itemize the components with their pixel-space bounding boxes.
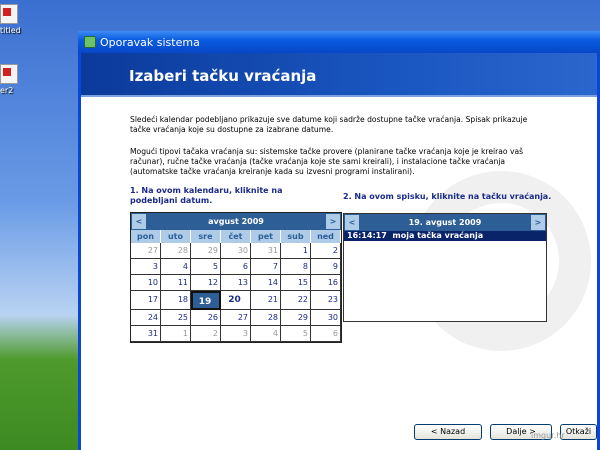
calendar-day[interactable]: 23: [311, 291, 341, 310]
calendar-day[interactable]: 7: [251, 259, 281, 275]
day-name: ned: [311, 230, 341, 243]
desktop-icon-label: titled: [0, 26, 21, 35]
step1-label: 1. Na ovom kalendaru, kliknite na podebl…: [130, 186, 283, 205]
back-button[interactable]: < Nazad: [414, 424, 482, 440]
calendar-day[interactable]: 6: [221, 259, 251, 275]
intro-text: Sledeći kalendar podebljano prikazuje sv…: [130, 115, 528, 134]
day-name: pon: [131, 230, 161, 243]
system-restore-icon: [84, 36, 96, 48]
calendar-day[interactable]: 24: [131, 310, 161, 326]
desktop-icon[interactable]: er2: [0, 64, 30, 95]
cancel-button[interactable]: Otkaži: [560, 424, 597, 440]
calendar-day[interactable]: 4: [161, 259, 191, 275]
desktop-icon-label: er2: [0, 86, 14, 95]
calendar-day[interactable]: 12: [191, 275, 221, 291]
watermark: imgur.hr: [531, 431, 565, 440]
calendar-day[interactable]: 30: [221, 243, 251, 259]
day-name: sub: [281, 230, 311, 243]
calendar-month: avgust 2009: [208, 217, 264, 226]
types-text: Mogući tipovi tačaka vraćanja su: sistem…: [130, 147, 524, 176]
calendar-day[interactable]: 26: [191, 310, 221, 326]
restore-point-list: <19. avgust 2009 > 16:14:17 moja tačka vr…: [343, 213, 547, 322]
calendar-day[interactable]: 1: [161, 326, 191, 342]
calendar-day[interactable]: 27: [131, 243, 161, 259]
calendar-day[interactable]: 5: [191, 259, 221, 275]
calendar-day[interactable]: 3: [131, 259, 161, 275]
calendar-day[interactable]: 29: [191, 243, 221, 259]
calendar-day[interactable]: 30: [311, 310, 341, 326]
calendar-day[interactable]: 9: [311, 259, 341, 275]
prev-month-button[interactable]: <: [132, 214, 146, 229]
step2-label: 2. Na ovom spisku, kliknite na tačku vra…: [343, 192, 552, 201]
day-name: čet: [221, 230, 251, 243]
calendar-day[interactable]: 18: [161, 291, 191, 310]
calendar-day[interactable]: 13: [221, 275, 251, 291]
calendar-day[interactable]: 21: [251, 291, 281, 310]
document-icon: [0, 4, 18, 24]
calendar-day[interactable]: 1: [281, 243, 311, 259]
calendar-day[interactable]: 2: [191, 326, 221, 342]
calendar-day[interactable]: 15: [281, 275, 311, 291]
prev-day-button[interactable]: <: [345, 215, 359, 230]
calendar-day[interactable]: 22: [281, 291, 311, 310]
desktop-icon[interactable]: titled: [0, 4, 30, 35]
calendar-day[interactable]: 4: [251, 326, 281, 342]
calendar-day[interactable]: 5: [281, 326, 311, 342]
calendar-day[interactable]: 29: [281, 310, 311, 326]
calendar-day[interactable]: 17: [131, 291, 161, 310]
calendar: < avgust 2009 > pon uto sre čet pet sub ned 27 28…: [130, 212, 342, 343]
day-name: uto: [161, 230, 191, 243]
calendar-day[interactable]: 2: [311, 243, 341, 259]
calendar-day[interactable]: 20: [221, 291, 251, 310]
calendar-day[interactable]: 16: [311, 275, 341, 291]
calendar-day[interactable]: 11: [161, 275, 191, 291]
restore-point-name: moja tačka vraćanja: [392, 231, 484, 240]
calendar-day[interactable]: 3: [221, 326, 251, 342]
system-restore-window: Oporavak sistema Izaberi tačku vraćanja …: [78, 31, 600, 450]
title-bar[interactable]: Oporavak sistema: [78, 31, 600, 53]
list-date: 19. avgust 2009: [408, 218, 482, 227]
day-name: pet: [251, 230, 281, 243]
list-item[interactable]: 16:14:17 moja tačka vraćanja: [344, 231, 546, 241]
document-icon: [0, 64, 18, 84]
calendar-day[interactable]: 25: [161, 310, 191, 326]
calendar-day[interactable]: 10: [131, 275, 161, 291]
calendar-day[interactable]: 8: [281, 259, 311, 275]
calendar-day[interactable]: 27: [221, 310, 251, 326]
next-month-button[interactable]: >: [325, 214, 340, 229]
calendar-day[interactable]: 31: [251, 243, 281, 259]
calendar-day[interactable]: 31: [131, 326, 161, 342]
page-title: Izaberi tačku vraćanja: [81, 53, 597, 97]
calendar-day[interactable]: 28: [251, 310, 281, 326]
window-title: Oporavak sistema: [100, 35, 200, 49]
calendar-day[interactable]: 28: [161, 243, 191, 259]
calendar-day[interactable]: 6: [311, 326, 341, 342]
day-name: sre: [191, 230, 221, 243]
restore-point-time: 16:14:17: [347, 231, 387, 240]
calendar-day[interactable]: 19: [191, 291, 221, 310]
calendar-day[interactable]: 14: [251, 275, 281, 291]
next-day-button[interactable]: >: [530, 215, 545, 230]
